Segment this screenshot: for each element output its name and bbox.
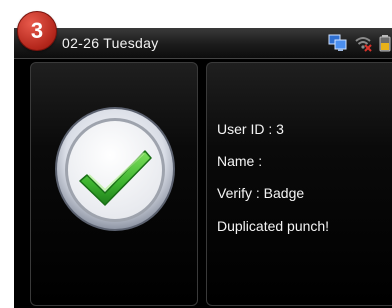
network-icon [328, 34, 347, 51]
name-label: Name : [217, 153, 263, 169]
battery-icon [379, 35, 391, 52]
step-number-badge: 3 [17, 11, 57, 51]
verify-method-label: Verify : Badge [217, 185, 305, 201]
date-day-label: 02-26 Tuesday [62, 35, 159, 51]
punch-status-message: Duplicated punch! [217, 218, 330, 234]
step-number: 3 [30, 18, 44, 43]
result-info-panel: User ID : 3 Name : Verify : Badge Duplic… [206, 62, 392, 306]
checkmark-icon [55, 107, 175, 231]
status-icons [328, 34, 392, 52]
device-screen: 02-26 Tuesday User ID: 3 Name: Verify … [14, 28, 392, 308]
status-bar: 02-26 Tuesday [14, 28, 392, 59]
result-icon-panel [30, 62, 198, 306]
user-id-label: User ID : 3 [217, 121, 284, 137]
wifi-icon [355, 37, 372, 52]
